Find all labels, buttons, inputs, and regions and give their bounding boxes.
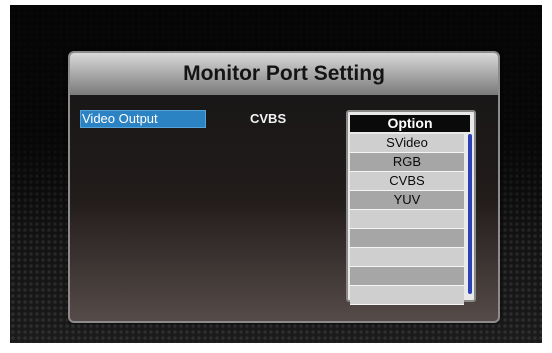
video-output-label[interactable]: Video Output bbox=[80, 110, 206, 128]
option-popup: Option SVideo RGB CVBS YUV bbox=[346, 110, 476, 305]
option-item-empty bbox=[350, 210, 464, 229]
option-item-yuv[interactable]: YUV bbox=[350, 191, 464, 210]
video-output-value: CVBS bbox=[250, 111, 287, 126]
settings-dialog: Monitor Port Setting Video Output CVBS O… bbox=[68, 51, 500, 323]
option-item-empty bbox=[350, 267, 464, 286]
option-scrollbar[interactable] bbox=[468, 134, 472, 294]
option-item-empty bbox=[350, 229, 464, 248]
tv-screen: Monitor Port Setting Video Output CVBS O… bbox=[10, 5, 542, 343]
option-list: SVideo RGB CVBS YUV bbox=[350, 134, 464, 305]
option-item-cvbs[interactable]: CVBS bbox=[350, 172, 464, 191]
option-item-empty bbox=[350, 286, 464, 305]
dialog-title: Monitor Port Setting bbox=[70, 53, 498, 95]
option-item-rgb[interactable]: RGB bbox=[350, 153, 464, 172]
option-header: Option bbox=[350, 115, 470, 132]
option-item-svideo[interactable]: SVideo bbox=[350, 134, 464, 153]
option-item-empty bbox=[350, 248, 464, 267]
